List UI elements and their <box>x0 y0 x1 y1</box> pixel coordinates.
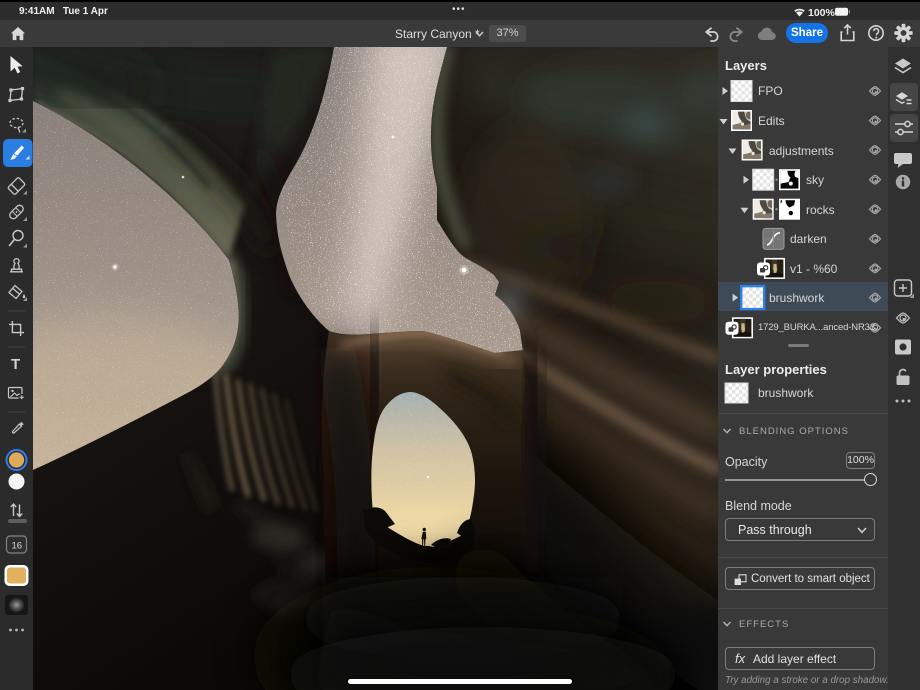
svg-text:T: T <box>11 356 20 373</box>
svg-text:16: 16 <box>12 541 23 552</box>
svg-text:100%: 100% <box>808 7 836 18</box>
